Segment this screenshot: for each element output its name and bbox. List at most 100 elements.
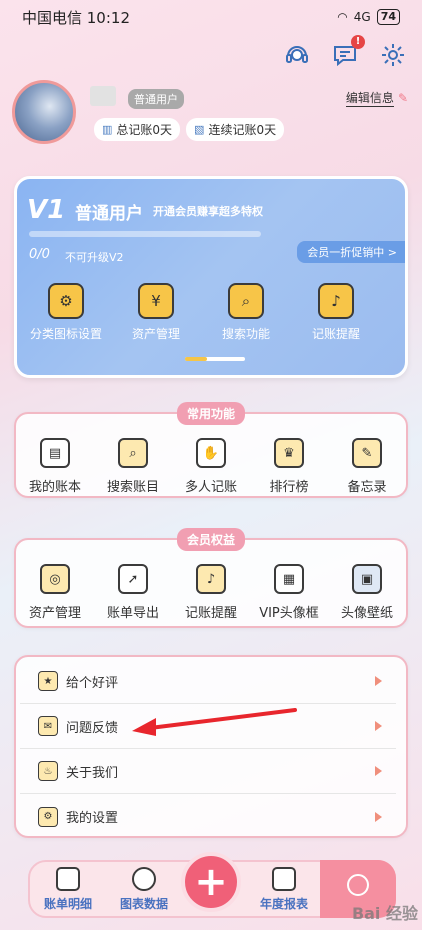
list-item[interactable]: ⚙ 我的设置 bbox=[20, 794, 396, 839]
money-bag-icon: ¥ bbox=[138, 283, 174, 319]
common-item-label: 搜索账目 bbox=[106, 480, 159, 495]
vip-item-label: 资产管理 bbox=[131, 327, 180, 341]
watermark: Bai 经验 bbox=[351, 904, 418, 923]
pencil-icon: ✎ bbox=[397, 91, 408, 105]
status-bar: 中国电信 10:12 ◠ 4G 74 bbox=[0, 0, 422, 34]
vip-promo-button[interactable]: 会员一折促销中 > bbox=[297, 241, 405, 263]
search-doc-icon: ⌕ bbox=[228, 283, 264, 319]
common-item-label: 备忘录 bbox=[347, 480, 387, 495]
carrier-time: 中国电信 10:12 bbox=[22, 8, 130, 27]
member-item-label: 记账提醒 bbox=[184, 606, 237, 621]
tab-annual[interactable]: 年度报表 bbox=[246, 866, 322, 912]
pie-chart-icon bbox=[132, 866, 156, 891]
red-arrow-annotation bbox=[132, 708, 297, 736]
user-icon bbox=[347, 874, 369, 896]
chevron-right-icon bbox=[375, 766, 382, 776]
member-item[interactable]: ♪ 记账提醒 bbox=[173, 564, 249, 621]
common-item-label: 多人记账 bbox=[184, 480, 237, 495]
member-benefits-section: 会员权益 ◎ 资产管理 ➚ 账单导出 ♪ 记账提醒 ▦ VIP头像框 ▣ 头像壁纸 bbox=[14, 528, 408, 628]
add-record-button[interactable]: + bbox=[181, 852, 241, 912]
vip-item-label: 搜索功能 bbox=[221, 327, 270, 341]
line-chart-icon bbox=[272, 866, 296, 891]
common-item-label: 我的账本 bbox=[28, 480, 81, 495]
list-item[interactable]: ★ 给个好评 bbox=[20, 659, 396, 704]
vip-progress-text: 0/0 bbox=[29, 247, 50, 262]
common-item-label: 排行榜 bbox=[269, 480, 309, 495]
chart-icon: ▥ bbox=[102, 123, 113, 136]
settings-gear-icon[interactable] bbox=[378, 40, 408, 70]
common-item[interactable]: ✎ 备忘录 bbox=[329, 438, 405, 495]
streak-days-badge: ▧ 连续记账0天 bbox=[186, 118, 285, 141]
asset-icon: ◎ bbox=[40, 564, 70, 594]
member-item[interactable]: ➚ 账单导出 bbox=[95, 564, 171, 621]
vip-item-label: 分类图标设置 bbox=[29, 327, 102, 341]
search-ledger-icon: ⌕ bbox=[118, 438, 148, 468]
vip-level-badge: V1 bbox=[27, 195, 66, 225]
common-functions-section: 常用功能 ▤ 我的账本 ⌕ 搜索账目 ✋ 多人记账 ♛ 排行榜 ✎ 备忘录 bbox=[14, 402, 408, 498]
vip-item[interactable]: ♪ 记账提醒 bbox=[291, 283, 381, 342]
list-item-label: 关于我们 bbox=[66, 765, 119, 781]
record-stats: ▥ 总记账0天 ▧ 连续记账0天 bbox=[94, 118, 285, 141]
vip-upgrade-text: 不可升级V2 bbox=[65, 251, 124, 264]
ledger-icon: ▤ bbox=[40, 438, 70, 468]
vip-item-label: 记账提醒 bbox=[311, 327, 360, 341]
list-item-content: ✉ 问题反馈 bbox=[38, 716, 118, 736]
member-item[interactable]: ▦ VIP头像框 bbox=[251, 564, 327, 621]
common-item[interactable]: ♛ 排行榜 bbox=[251, 438, 327, 495]
signal-icon: 4G bbox=[353, 10, 371, 24]
message-icon[interactable]: ! bbox=[330, 35, 365, 70]
common-item[interactable]: ✋ 多人记账 bbox=[173, 438, 249, 495]
member-item-label: VIP头像框 bbox=[259, 606, 319, 621]
customer-service-icon[interactable] bbox=[282, 40, 312, 70]
header-actions: ! bbox=[282, 35, 408, 70]
notification-badge: ! bbox=[351, 35, 365, 49]
trend-icon: ▧ bbox=[194, 123, 205, 136]
section-title: 常用功能 bbox=[176, 402, 246, 425]
tab-charts[interactable]: 图表数据 bbox=[106, 866, 182, 912]
list-item-label: 问题反馈 bbox=[66, 720, 119, 736]
bell-icon: ♪ bbox=[196, 564, 226, 594]
list-item[interactable]: ♨ 关于我们 bbox=[20, 749, 396, 794]
common-item[interactable]: ▤ 我的账本 bbox=[17, 438, 93, 495]
vip-title: 普通用户 bbox=[75, 204, 143, 224]
total-days-badge: ▥ 总记账0天 bbox=[94, 118, 181, 141]
lamp-icon: ♨ bbox=[38, 761, 58, 781]
vip-subtitle: 开通会员赚享超多特权 bbox=[153, 205, 263, 218]
vip-progress-bar bbox=[29, 231, 261, 237]
list-item-content: ★ 给个好评 bbox=[38, 671, 118, 691]
vip-item[interactable]: ⌕ 搜索功能 bbox=[201, 283, 291, 342]
member-item-label: 头像壁纸 bbox=[340, 606, 393, 621]
settings-list: ★ 给个好评 ✉ 问题反馈 ♨ 关于我们 ⚙ 我的设置 bbox=[14, 655, 408, 838]
list-item-label: 给个好评 bbox=[66, 675, 119, 691]
vip-item[interactable]: ¥ 资产管理 bbox=[111, 283, 201, 342]
chevron-right-icon bbox=[375, 676, 382, 686]
shop-icon: ▦ bbox=[274, 564, 304, 594]
member-item-label: 账单导出 bbox=[106, 606, 159, 621]
bill-detail-icon bbox=[56, 866, 80, 891]
gear-icon: ⚙ bbox=[48, 283, 84, 319]
chevron-right-icon bbox=[375, 811, 382, 822]
vip-privileges: ⚙ 分类图标设置 ¥ 资产管理 ⌕ 搜索功能 ♪ 记账提醒 bbox=[21, 283, 381, 342]
vip-card[interactable]: V1 普通用户 开通会员赚享超多特权 0/0 不可升级V2 会员一折促销中 > … bbox=[14, 176, 408, 378]
list-item-content: ⚙ 我的设置 bbox=[38, 806, 119, 827]
list-item-content: ♨ 关于我们 bbox=[38, 761, 118, 781]
avatar[interactable] bbox=[12, 80, 76, 144]
list-item-label: 我的设置 bbox=[66, 811, 119, 826]
tab-bills[interactable]: 账单明细 bbox=[30, 866, 106, 912]
member-item[interactable]: ▣ 头像壁纸 bbox=[329, 564, 405, 621]
settings-screen-icon: ⚙ bbox=[38, 806, 58, 827]
vip-item[interactable]: ⚙ 分类图标设置 bbox=[21, 283, 111, 342]
battery-indicator: 74 bbox=[376, 9, 400, 25]
edit-info-link[interactable]: 编辑信息 ✎ bbox=[345, 89, 408, 107]
handshake-icon: ✋ bbox=[196, 438, 226, 468]
member-item[interactable]: ◎ 资产管理 bbox=[17, 564, 93, 621]
wifi-icon: ◠ bbox=[337, 10, 348, 24]
carousel-indicator bbox=[185, 357, 245, 361]
edit-info-label: 编辑信息 bbox=[345, 91, 394, 107]
username-blurred bbox=[90, 86, 116, 106]
trophy-icon: ♛ bbox=[274, 438, 304, 468]
wallpaper-icon: ▣ bbox=[352, 564, 382, 594]
common-item[interactable]: ⌕ 搜索账目 bbox=[95, 438, 171, 495]
bell-icon: ♪ bbox=[318, 283, 354, 319]
memo-icon: ✎ bbox=[352, 438, 382, 468]
